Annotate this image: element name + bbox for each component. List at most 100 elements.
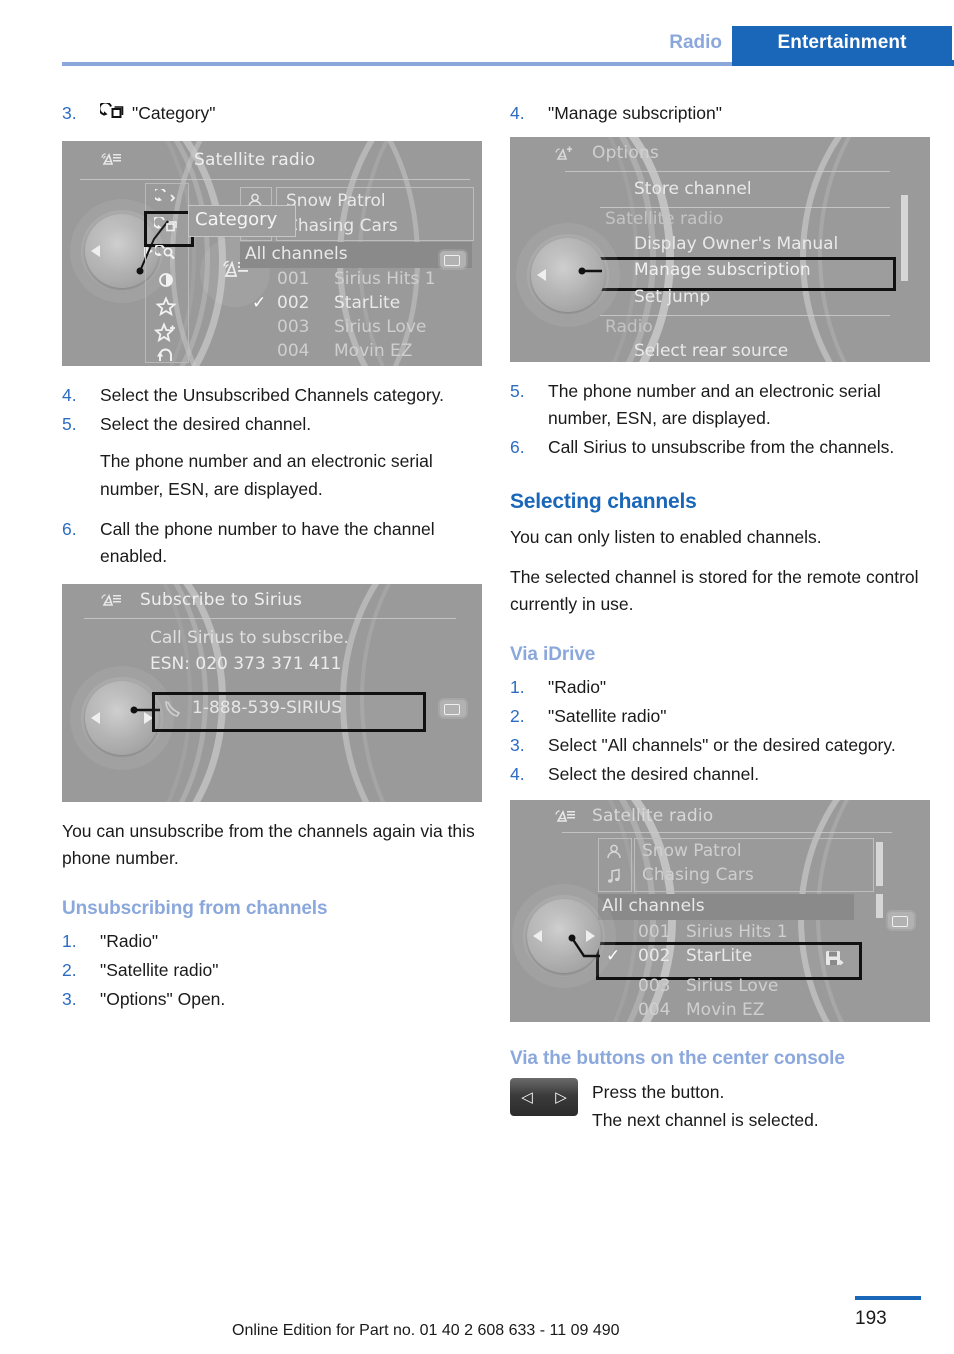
screenshot-subscribe-to-sirius: Subscribe to Sirius Call Sirius to subsc…: [62, 583, 482, 802]
channel-name[interactable]: Movin EZ: [686, 1000, 764, 1020]
scrollbar[interactable]: [876, 842, 883, 887]
selecting-channels-para-1: You can only listen to enabled channels.: [510, 526, 822, 547]
step-number: 3.: [62, 989, 77, 1010]
list-item: 6. Call the phone number to have the cha…: [62, 516, 482, 570]
all-channels-label: All channels: [245, 244, 348, 265]
header-rule-accent: [732, 60, 954, 66]
channel-name[interactable]: Sirius Hits 1: [686, 922, 788, 942]
step-text: Call Sirius to unsubscribe from the chan…: [548, 437, 895, 458]
step-number: 4.: [510, 764, 525, 785]
menu-item-set-jump[interactable]: Set jump: [634, 287, 710, 307]
all-channels-label: All channels: [602, 896, 705, 917]
satellite-icon: [98, 151, 122, 175]
menu-side-button[interactable]: [440, 699, 466, 717]
screen-title: Satellite radio: [194, 150, 316, 171]
star-icon[interactable]: [146, 293, 186, 319]
channel-name[interactable]: Sirius Love: [334, 317, 426, 337]
step-text: "Satellite radio": [100, 960, 219, 981]
step-number: 5.: [510, 381, 525, 402]
page-number: 193: [855, 1308, 887, 1329]
star-plus-icon[interactable]: [146, 319, 186, 345]
step-number: 4.: [62, 385, 77, 406]
heading-unsubscribing-from-channels: Unsubscribing from channels: [62, 898, 328, 920]
track-name: Chasing Cars: [642, 865, 754, 886]
scrollbar[interactable]: [876, 894, 883, 919]
channel-name[interactable]: Movin EZ: [334, 341, 412, 361]
step-number: 5.: [62, 414, 77, 435]
step-text: Select "All channels" or the desired cat…: [548, 735, 896, 756]
step-3-text: "Category": [132, 103, 216, 123]
category-icon[interactable]: [146, 213, 186, 239]
header-chapter-tab: Entertainment: [732, 26, 952, 60]
seek-next-icon: ▷: [555, 1089, 567, 1107]
console-line-2: The next channel is selected.: [592, 1110, 819, 1131]
console-line-1: Press the button.: [592, 1082, 725, 1103]
seek-prev-icon: ◁: [521, 1089, 533, 1107]
screenshot-satellite-radio-select: Satellite radio Snow Patrol Chasing Cars…: [510, 800, 930, 1023]
search-icon[interactable]: [146, 241, 186, 267]
esn-value: ESN: 020 373 371 411: [150, 653, 342, 674]
title-divider: [84, 617, 456, 619]
menu-side-button[interactable]: [888, 912, 914, 930]
music-note-icon: [600, 864, 628, 888]
screen-title: Subscribe to Sirius: [140, 589, 303, 610]
left-column: 3. "Category" Satellite radio Snow Patro…: [62, 100, 482, 1024]
menu-item-select-rear-source[interactable]: Select rear source: [634, 341, 788, 361]
step-text: Select the desired channel.: [548, 764, 760, 785]
channel-name[interactable]: StarLite: [334, 293, 400, 313]
step-4-manage-subscription: 4. "Manage subscription": [510, 100, 930, 127]
step-text: "Manage subscription": [548, 103, 722, 123]
store-channel-icon[interactable]: [822, 947, 846, 969]
menu-divider: [600, 315, 890, 317]
title-divider: [562, 832, 892, 834]
step-text: "Radio": [100, 931, 159, 952]
menu-item-manage-subscription[interactable]: Manage subscription: [634, 260, 811, 280]
knob-left-arrow-icon: [537, 269, 546, 282]
unsubscribe-note: You can unsubscribe from the channels ag…: [62, 820, 475, 868]
half-circle-icon[interactable]: [146, 267, 186, 293]
list-item: 4. Select the Unsubscribed Channels cate…: [62, 382, 482, 409]
header-rule: [62, 62, 732, 66]
step-number: 1.: [62, 931, 77, 952]
step-text: The phone number and an electronic seria…: [548, 381, 881, 429]
leader-line: [578, 267, 602, 275]
channel-number: 003: [277, 317, 310, 338]
list-item: 5. Select the desired channel.: [62, 411, 482, 438]
menu-group-satellite-radio: Satellite radio: [605, 209, 724, 230]
step-text: Call the phone number to have the channe…: [100, 518, 435, 566]
knob-left-arrow-icon: [91, 711, 100, 724]
artist-name: Snow Patrol: [642, 841, 742, 862]
channel-number: 001: [277, 269, 310, 290]
menu-item-store-channel[interactable]: Store channel: [634, 179, 752, 199]
channel-name[interactable]: StarLite: [686, 946, 752, 966]
channel-name[interactable]: Sirius Hits 1: [334, 269, 436, 289]
esn-note: The phone number and an electronic seria…: [100, 451, 433, 499]
scrollbar[interactable]: [901, 195, 908, 282]
menu-item-display-owners-manual[interactable]: Display Owner's Manual: [634, 234, 838, 254]
menu-side-button[interactable]: [440, 251, 466, 269]
back-arrow-icon[interactable]: [146, 345, 186, 366]
step-number: 3.: [510, 735, 525, 756]
list-item: 2. "Satellite radio": [62, 957, 482, 984]
list-item: 4. Select the desired channel.: [510, 761, 930, 788]
step-text: "Satellite radio": [548, 706, 667, 726]
right-steps-5-6: 5. The phone number and an electronic se…: [510, 378, 930, 461]
step-number: 2.: [510, 706, 525, 726]
step-number: 6.: [510, 437, 525, 458]
step-number: 6.: [62, 518, 77, 539]
page-header: Radio Entertainment: [0, 0, 954, 66]
list-item: 1. "Radio": [510, 674, 930, 701]
title-divider: [565, 171, 890, 173]
list-item: 6. Call Sirius to unsubscribe from the c…: [510, 434, 930, 461]
left-steps-4-5: 4. Select the Unsubscribed Channels cate…: [62, 382, 482, 438]
channel-name[interactable]: Sirius Love: [686, 976, 778, 996]
channel-number: 002: [277, 293, 310, 314]
heading-via-center-console: Via the buttons on the center console: [510, 1048, 845, 1070]
phone-icon: [160, 697, 184, 721]
artist-icon: [600, 840, 628, 864]
screen-title: Options: [592, 143, 659, 164]
list-item: 5. The phone number and an electronic se…: [510, 378, 930, 432]
repeat-icon[interactable]: [146, 185, 186, 211]
channel-seek-button[interactable]: ◁ ▷: [510, 1078, 578, 1117]
step-text: "Options" Open.: [100, 989, 226, 1010]
